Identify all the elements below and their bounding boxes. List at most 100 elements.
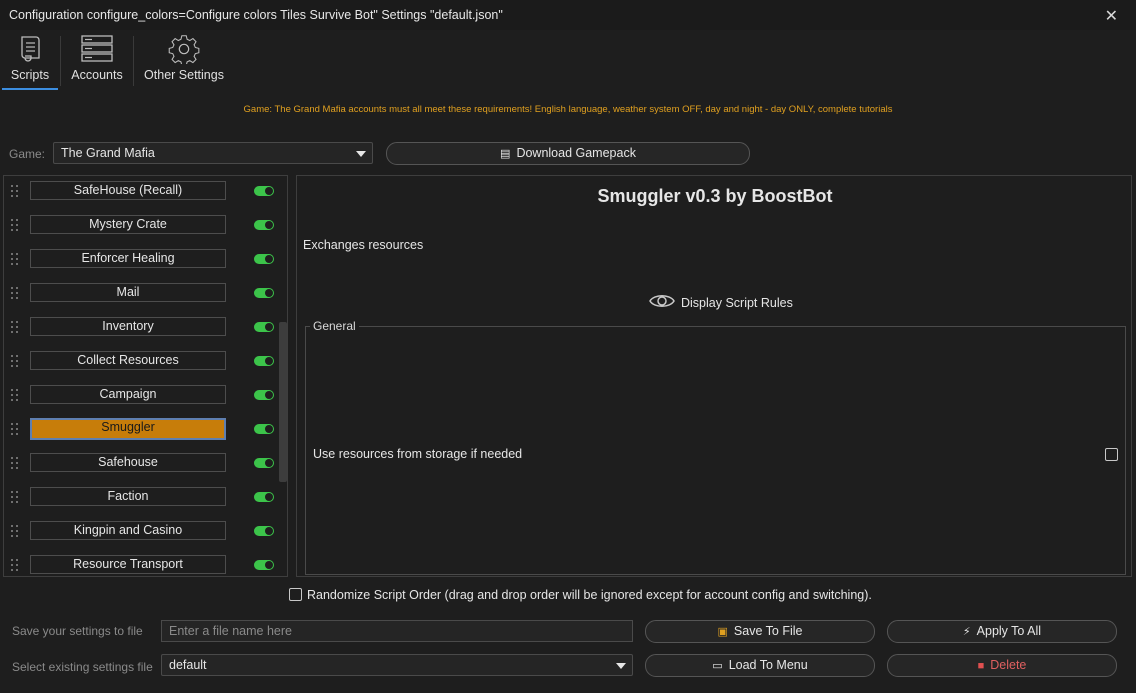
drag-handle-icon[interactable] bbox=[11, 491, 21, 505]
drag-handle-icon[interactable] bbox=[11, 219, 21, 233]
list-item: Inventory bbox=[4, 316, 274, 350]
script-toggle[interactable] bbox=[254, 186, 274, 196]
script-description: Exchanges resources bbox=[303, 238, 424, 252]
list-item: Resource Transport bbox=[4, 554, 274, 576]
script-button[interactable]: Mail bbox=[30, 283, 226, 302]
use-storage-checkbox[interactable] bbox=[1105, 448, 1118, 461]
script-toggle[interactable] bbox=[254, 458, 274, 468]
drag-handle-icon[interactable] bbox=[11, 355, 21, 369]
delete-label: Delete bbox=[990, 658, 1027, 672]
chevron-down-icon bbox=[616, 663, 626, 669]
server-icon bbox=[81, 35, 113, 62]
script-toggle[interactable] bbox=[254, 390, 274, 400]
script-button[interactable]: SafeHouse (Recall) bbox=[30, 181, 226, 200]
drag-handle-icon[interactable] bbox=[11, 253, 21, 267]
script-button[interactable]: Resource Transport bbox=[30, 555, 226, 574]
randomize-label: Randomize Script Order (drag and drop or… bbox=[307, 588, 872, 602]
list-item: SafeHouse (Recall) bbox=[4, 180, 274, 214]
download-gamepack-label: Download Gamepack bbox=[516, 146, 636, 160]
script-button[interactable]: Enforcer Healing bbox=[30, 249, 226, 268]
list-item: Mystery Crate bbox=[4, 214, 274, 248]
chevron-down-icon bbox=[356, 151, 366, 157]
tab-other-settings[interactable]: Other Settings bbox=[140, 32, 228, 90]
save-to-file-label: Save To File bbox=[733, 624, 803, 638]
script-toggle[interactable] bbox=[254, 560, 274, 570]
drag-handle-icon[interactable] bbox=[11, 423, 21, 437]
script-toggle[interactable] bbox=[254, 356, 274, 366]
script-title: Smuggler v0.3 by BoostBot bbox=[597, 186, 833, 206]
use-storage-label: Use resources from storage if needed bbox=[313, 447, 523, 461]
general-group: General Use resources from storage if ne… bbox=[305, 319, 1126, 575]
script-detail-panel: Smuggler v0.3 by BoostBot Exchanges reso… bbox=[296, 175, 1132, 577]
save-settings-label: Save your settings to file bbox=[12, 624, 143, 638]
list-item: Kingpin and Casino bbox=[4, 520, 274, 554]
tab-accounts[interactable]: Accounts bbox=[66, 32, 128, 90]
scrollbar-thumb[interactable] bbox=[279, 322, 287, 482]
drag-handle-icon[interactable] bbox=[11, 321, 21, 335]
script-toggle[interactable] bbox=[254, 220, 274, 230]
load-to-menu-button[interactable]: ▭ Load To Menu bbox=[645, 654, 875, 677]
game-select[interactable]: The Grand Mafia bbox=[53, 142, 373, 164]
script-button[interactable]: Inventory bbox=[30, 317, 226, 336]
apply-to-all-label: Apply To All bbox=[976, 624, 1042, 638]
tab-scripts-label: Scripts bbox=[10, 68, 50, 82]
gear-icon bbox=[168, 35, 200, 64]
list-item: Safehouse bbox=[4, 452, 274, 486]
script-button[interactable]: Kingpin and Casino bbox=[30, 521, 226, 540]
script-toggle[interactable] bbox=[254, 424, 274, 434]
title-bar: Configuration configure_colors=Configure… bbox=[0, 0, 1136, 30]
window-title: Configuration configure_colors=Configure… bbox=[9, 8, 503, 22]
list-item: Collect Resources bbox=[4, 350, 274, 384]
drag-handle-icon[interactable] bbox=[11, 287, 21, 301]
tab-accounts-label: Accounts bbox=[71, 68, 123, 82]
drag-handle-icon[interactable] bbox=[11, 559, 21, 573]
script-button[interactable]: Safehouse bbox=[30, 453, 226, 472]
list-item: Campaign bbox=[4, 384, 274, 418]
drag-handle-icon[interactable] bbox=[11, 457, 21, 471]
script-button[interactable]: Faction bbox=[30, 487, 226, 506]
script-list: SafeHouse (Recall) Mystery Crate Enforce… bbox=[3, 175, 288, 577]
load-to-menu-label: Load To Menu bbox=[728, 658, 808, 672]
script-toggle[interactable] bbox=[254, 254, 274, 264]
scroll-icon bbox=[21, 36, 40, 62]
display-script-rules-label: Display Script Rules bbox=[681, 296, 793, 310]
tab-separator bbox=[133, 36, 134, 86]
drag-handle-icon[interactable] bbox=[11, 185, 21, 199]
game-label: Game: bbox=[9, 147, 46, 161]
script-toggle[interactable] bbox=[254, 288, 274, 298]
settings-file-value: default bbox=[169, 658, 207, 672]
list-item: Mail bbox=[4, 282, 274, 316]
game-select-value: The Grand Mafia bbox=[61, 146, 155, 160]
package-icon: ▤ bbox=[500, 148, 511, 160]
tab-scripts[interactable]: Scripts bbox=[2, 32, 58, 90]
list-item: Smuggler bbox=[4, 418, 274, 452]
select-settings-label: Select existing settings file bbox=[12, 660, 153, 674]
drag-handle-icon[interactable] bbox=[11, 389, 21, 403]
save-to-file-button[interactable]: ▣ Save To File bbox=[645, 620, 875, 643]
filename-input[interactable]: Enter a file name here bbox=[161, 620, 633, 642]
script-button-selected[interactable]: Smuggler bbox=[30, 418, 226, 440]
floppy-icon: ▣ bbox=[717, 626, 728, 638]
apply-to-all-button[interactable]: ⚡ Apply To All bbox=[887, 620, 1117, 643]
eye-icon bbox=[649, 295, 675, 307]
script-button[interactable]: Mystery Crate bbox=[30, 215, 226, 234]
top-tab-bar: Scripts Accounts Other Settings bbox=[0, 30, 1136, 92]
list-item: Enforcer Healing bbox=[4, 248, 274, 282]
settings-file-select[interactable]: default bbox=[161, 654, 633, 676]
group-title: General bbox=[310, 319, 359, 333]
script-toggle[interactable] bbox=[254, 526, 274, 536]
script-toggle[interactable] bbox=[254, 492, 274, 502]
list-item: Faction bbox=[4, 486, 274, 520]
script-toggle[interactable] bbox=[254, 322, 274, 332]
drag-handle-icon[interactable] bbox=[11, 525, 21, 539]
randomize-checkbox[interactable] bbox=[289, 588, 302, 601]
lightning-icon: ⚡ bbox=[962, 626, 971, 638]
close-icon[interactable]: ✕ bbox=[1105, 6, 1118, 26]
script-button[interactable]: Collect Resources bbox=[30, 351, 226, 370]
requirements-notice: Game: The Grand Mafia accounts must all … bbox=[243, 104, 893, 115]
download-gamepack-button[interactable]: ▤ Download Gamepack bbox=[386, 142, 750, 165]
script-button[interactable]: Campaign bbox=[30, 385, 226, 404]
tray-icon: ▭ bbox=[712, 660, 723, 672]
delete-button[interactable]: ■ Delete bbox=[887, 654, 1117, 677]
tab-separator bbox=[60, 36, 61, 86]
